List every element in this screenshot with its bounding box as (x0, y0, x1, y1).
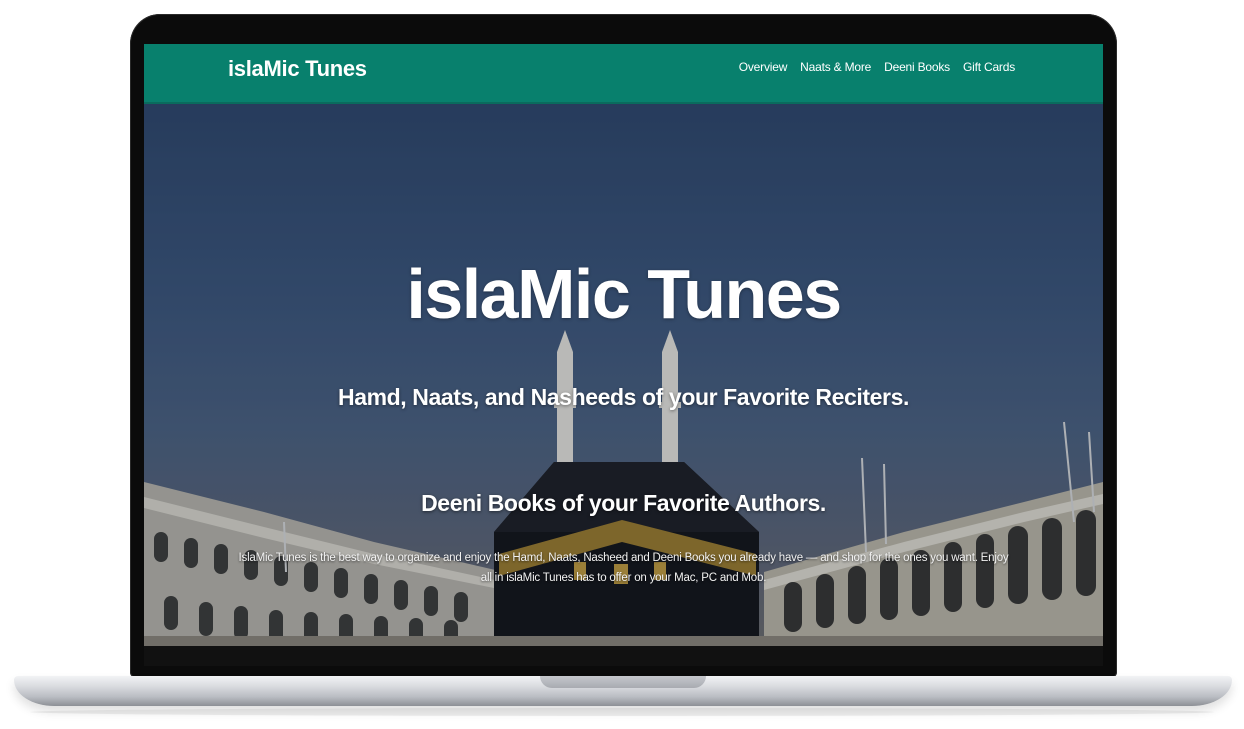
hero-title: islaMic Tunes (406, 255, 842, 333)
laptop-screen: islaMic Tunes Hamd, Naats, and Nasheeds … (144, 44, 1103, 646)
nav-link-naats-and-more[interactable]: Naats & More (800, 60, 871, 74)
hero-subtitle-authors: Deeni Books of your Favorite Authors. (421, 490, 826, 516)
nav-link-deeni-books[interactable]: Deeni Books (884, 60, 950, 74)
laptop-chin (144, 646, 1103, 666)
laptop-opening-notch (540, 676, 706, 688)
nav-link-overview[interactable]: Overview (739, 60, 788, 74)
hero-section: islaMic Tunes Hamd, Naats, and Nasheeds … (144, 102, 1103, 646)
brand-logo-link[interactable]: islaMic Tunes (228, 56, 367, 82)
hero-description: IslaMic Tunes is the best way to organiz… (238, 552, 1009, 584)
hero-subtitle-reciters: Hamd, Naats, and Nasheeds of your Favori… (337, 384, 909, 410)
top-navbar: islaMic Tunes Overview Naats & More Deen… (144, 44, 1103, 104)
nav-links: Overview Naats & More Deeni Books Gift C… (739, 60, 1015, 74)
nav-link-gift-cards[interactable]: Gift Cards (963, 60, 1015, 74)
laptop-shadow (30, 708, 1214, 716)
